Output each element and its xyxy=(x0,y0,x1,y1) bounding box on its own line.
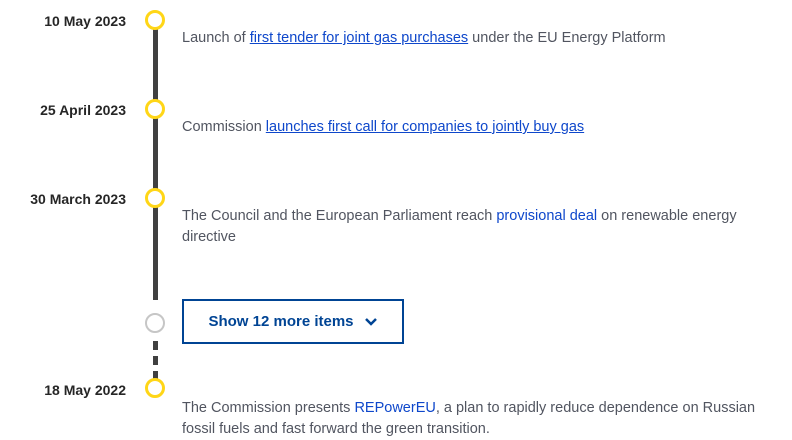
show-more-label: Show 12 more items xyxy=(208,313,354,330)
timeline-line xyxy=(153,18,158,300)
timeline-date: 10 May 2023 xyxy=(44,13,126,29)
timeline-marker-icon xyxy=(145,188,165,208)
chevron-down-icon xyxy=(364,317,377,326)
timeline-item-link[interactable]: provisional deal xyxy=(496,208,597,224)
timeline-item-link[interactable]: launches first call for companies to joi… xyxy=(266,119,584,135)
timeline-item-text: The Commission presents REPowerEU, a pla… xyxy=(182,398,782,440)
collapsed-marker-icon xyxy=(145,313,165,333)
timeline-text-pre: Launch of xyxy=(182,30,250,46)
timeline-text-post: under the EU Energy Platform xyxy=(468,30,666,46)
timeline-text-pre: The Commission presents xyxy=(182,400,355,416)
timeline-text-pre: The Council and the European Parliament … xyxy=(182,208,497,224)
timeline-dash xyxy=(153,341,158,350)
timeline-date: 25 April 2023 xyxy=(40,102,126,118)
timeline-marker-icon xyxy=(145,99,165,119)
timeline-item-link[interactable]: REPowerEU xyxy=(354,400,435,416)
timeline-item-text: Launch of first tender for joint gas pur… xyxy=(182,28,782,49)
timeline-date: 18 May 2022 xyxy=(44,382,126,398)
timeline-item-text: Commission launches first call for compa… xyxy=(182,117,782,138)
show-more-button[interactable]: Show 12 more items xyxy=(182,299,404,344)
timeline-marker-icon xyxy=(145,378,165,398)
timeline-marker-icon xyxy=(145,10,165,30)
timeline-item-link[interactable]: first tender for joint gas purchases xyxy=(250,30,468,46)
timeline-date: 30 March 2023 xyxy=(30,191,126,207)
timeline-text-pre: Commission xyxy=(182,119,266,135)
timeline-item-text: The Council and the European Parliament … xyxy=(182,206,782,248)
timeline-dash xyxy=(153,356,158,365)
